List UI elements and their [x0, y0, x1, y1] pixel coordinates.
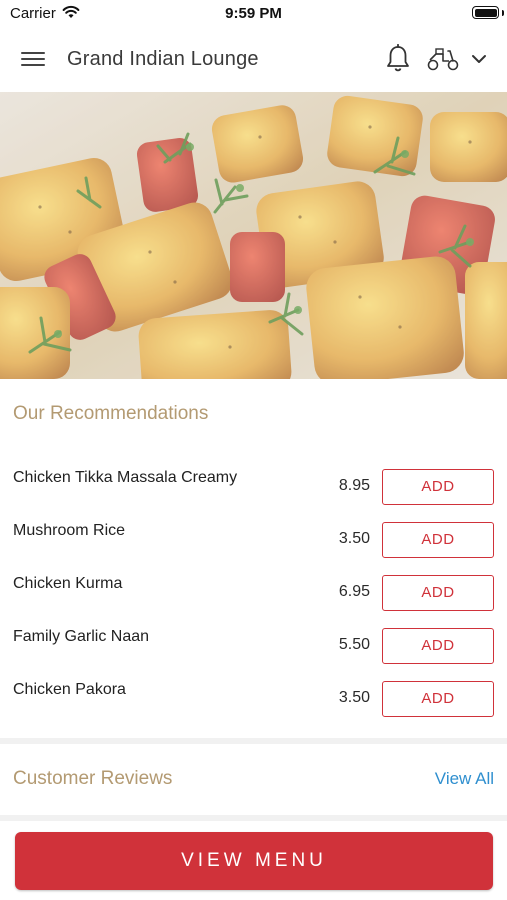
status-bar: Carrier 9:59 PM	[0, 0, 507, 28]
item-price: 5.50	[338, 636, 370, 653]
item-price: 8.95	[338, 477, 370, 494]
item-name: Family Garlic Naan	[13, 628, 150, 645]
recommendations-title: Our Recommendations	[13, 403, 209, 424]
item-name: Chicken Tikka Massala Creamy	[13, 469, 238, 486]
view-menu-button[interactable]: VIEW MENU	[15, 832, 493, 890]
reviews-title: Customer Reviews	[13, 768, 173, 789]
menu-item-row: Family Garlic Naan 5.50 ADD	[0, 628, 507, 681]
chevron-down-icon[interactable]	[470, 52, 488, 66]
item-name: Chicken Pakora	[13, 681, 126, 698]
battery-icon	[472, 6, 499, 19]
add-button[interactable]: ADD	[382, 628, 494, 664]
item-name: Mushroom Rice	[13, 522, 126, 539]
item-price: 3.50	[338, 689, 370, 706]
menu-item-row: Chicken Tikka Massala Creamy 8.95 ADD	[0, 469, 507, 522]
menu-item-row: Mushroom Rice 3.50 ADD	[0, 522, 507, 575]
item-price: 6.95	[338, 583, 370, 600]
add-button[interactable]: ADD	[382, 522, 494, 558]
view-all-link[interactable]: View All	[435, 769, 494, 789]
item-price: 3.50	[338, 530, 370, 547]
item-name: Chicken Kurma	[13, 575, 123, 592]
clock: 9:59 PM	[225, 5, 282, 22]
add-button[interactable]: ADD	[382, 469, 494, 505]
section-divider	[0, 738, 507, 744]
add-button[interactable]: ADD	[382, 681, 494, 717]
bell-icon[interactable]	[385, 44, 411, 74]
add-button[interactable]: ADD	[382, 575, 494, 611]
hamburger-menu-icon[interactable]	[21, 50, 45, 68]
app-title: Grand Indian Lounge	[67, 48, 259, 70]
nav-bar: Grand Indian Lounge	[0, 28, 507, 92]
menu-item-row: Chicken Kurma 6.95 ADD	[0, 575, 507, 628]
hero-image	[0, 92, 507, 379]
scooter-icon[interactable]	[426, 46, 460, 72]
menu-item-row: Chicken Pakora 3.50 ADD	[0, 681, 507, 734]
